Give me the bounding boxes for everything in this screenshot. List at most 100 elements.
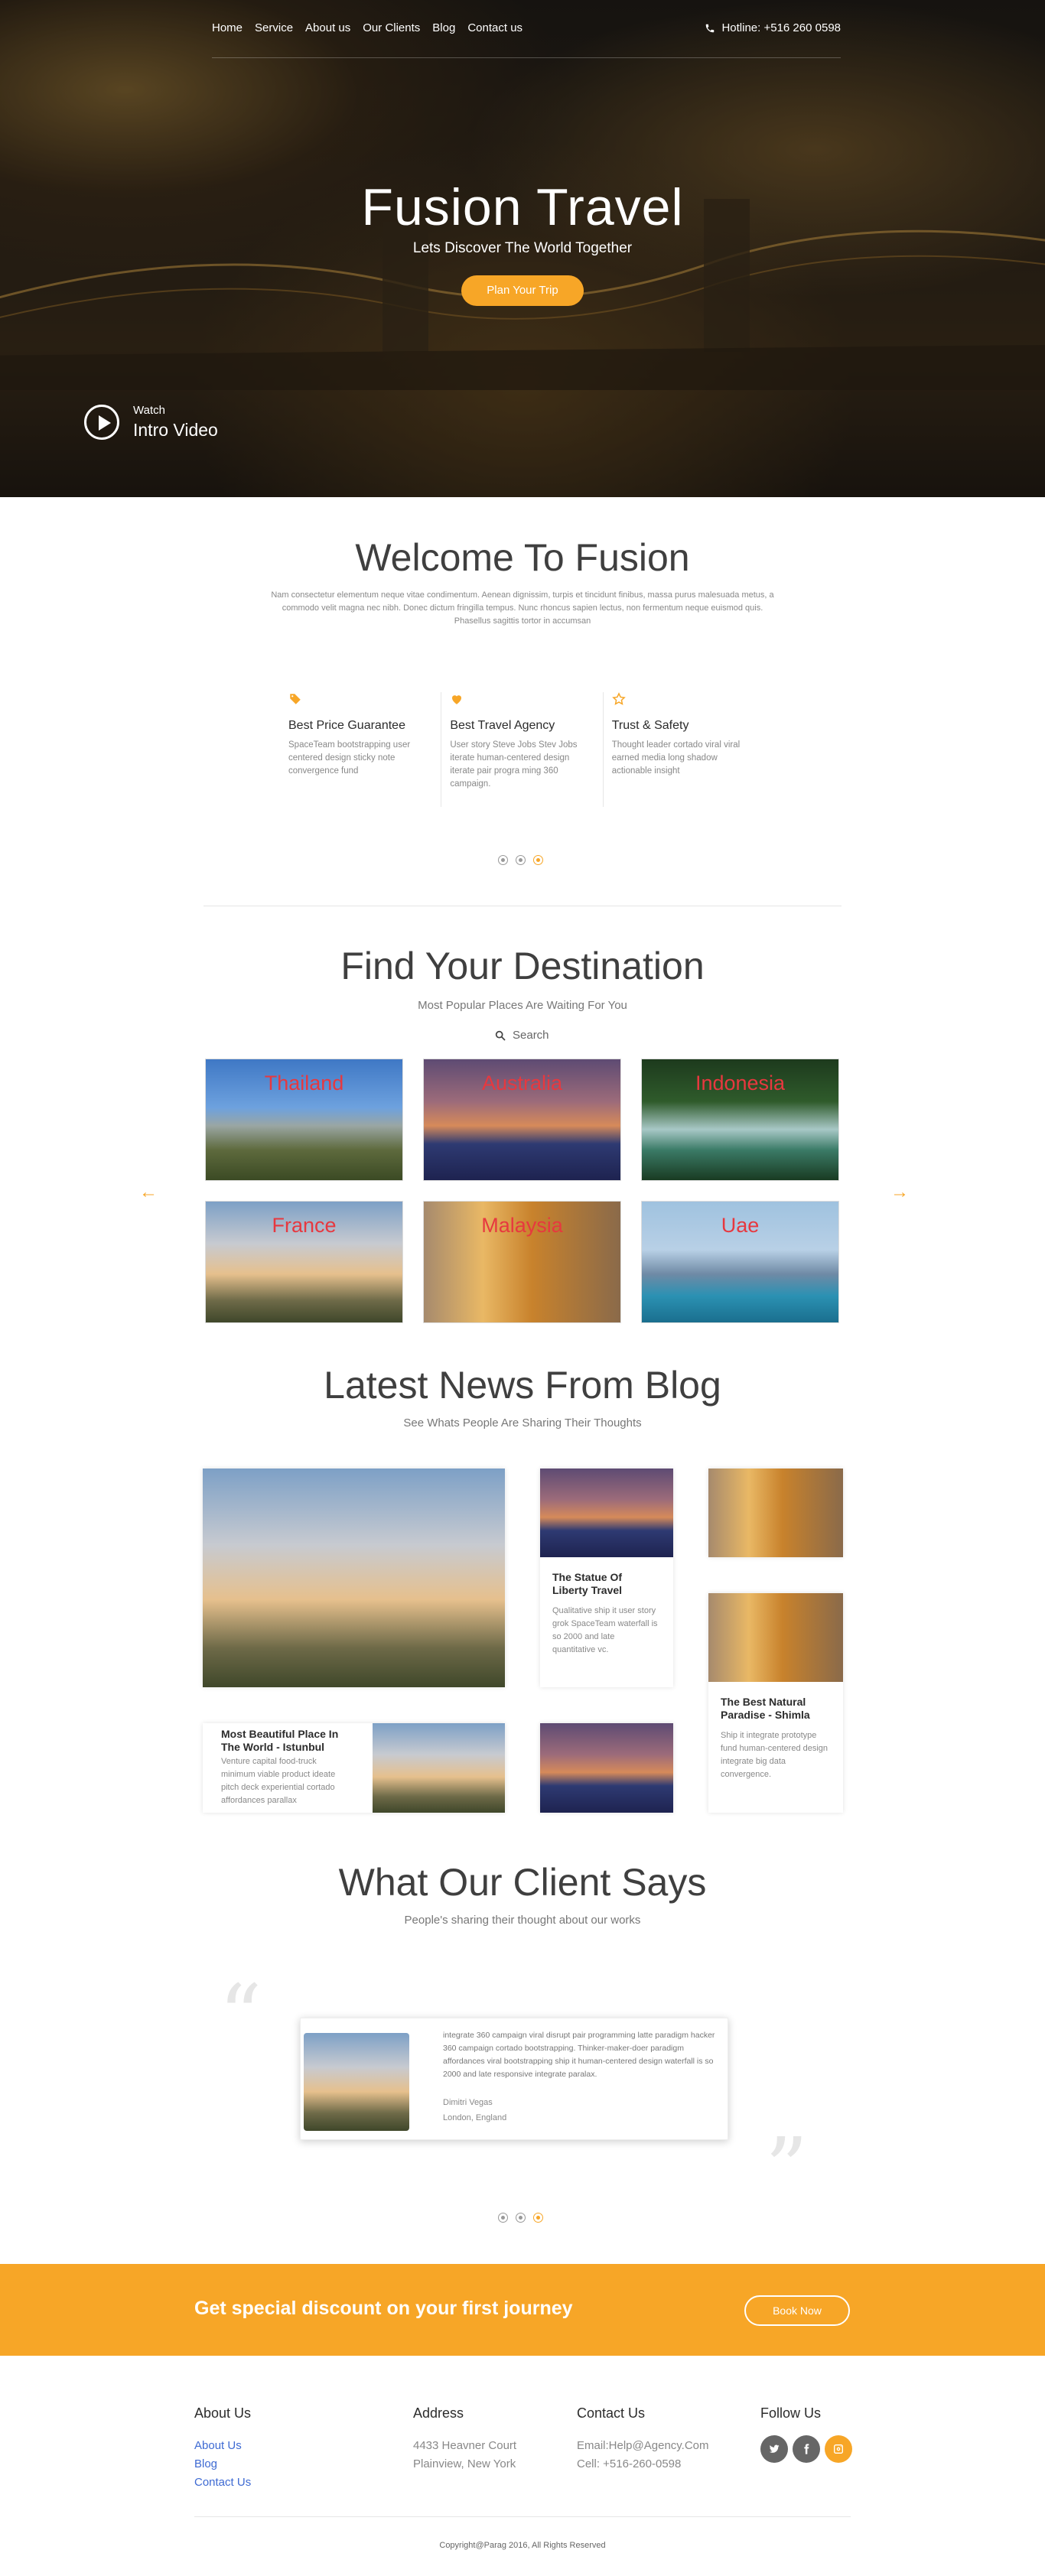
watch-title: Intro Video [133, 420, 218, 440]
destination-search[interactable]: Search [494, 1029, 549, 1042]
destination-label: Uae [721, 1214, 760, 1237]
feature-text: Thought leader cortado viral viral earne… [611, 740, 741, 776]
footer-link-blog[interactable]: Blog [194, 2455, 251, 2474]
open-quote-icon: “ [219, 1966, 262, 2064]
pager-dot[interactable] [516, 2213, 526, 2223]
heart-icon [452, 695, 462, 704]
hotline-text: Hotline: +516 260 0598 [721, 21, 841, 34]
plan-trip-button[interactable]: Plan Your Trip [461, 275, 584, 306]
feature-best-price: Best Price Guarantee SpaceTeam bootstrap… [280, 692, 442, 807]
footer-contact-title: Contact Us [577, 2405, 646, 2421]
pager-dot-active[interactable] [533, 855, 543, 865]
welcome-title: Welcome To Fusion [355, 536, 690, 579]
feature-text: User story Steve Jobs Stev Jobs iterate … [450, 740, 578, 789]
feature-text: SpaceTeam bootstrapping user centered de… [288, 740, 411, 776]
footer-follow-title: Follow Us [760, 2405, 822, 2421]
watch-intro-video[interactable]: Watch Intro Video [84, 404, 218, 441]
testimonial-title: What Our Client Says [338, 1861, 707, 1904]
testimonial-text: integrate 360 campaign viral disrupt pai… [443, 2031, 715, 2079]
price-tag-icon [290, 694, 301, 704]
feature-travel-agency: Best Travel Agency User story Steve Jobs… [441, 692, 604, 807]
nav-item-clients[interactable]: Our Clients [363, 21, 420, 34]
hotline[interactable]: Hotline: +516 260 0598 [705, 21, 841, 34]
blog-photo [540, 1469, 673, 1557]
blog-image-opera[interactable] [540, 1723, 673, 1813]
destination-card-france[interactable]: France [205, 1201, 403, 1323]
nav-item-service[interactable]: Service [255, 21, 293, 34]
star-icon [611, 692, 626, 705]
blog-photo [540, 1723, 673, 1813]
nav-menu: Home Service About us Our Clients Blog C… [212, 21, 522, 34]
destination-label: France [272, 1214, 337, 1237]
blog-post-title[interactable]: The Statue Of Liberty Travel [552, 1571, 659, 1597]
social-icons [760, 2435, 852, 2463]
prev-arrow-icon[interactable]: ← [139, 1182, 158, 1203]
blog-card-shimla[interactable]: The Best Natural Paradise - Shimla Ship … [708, 1593, 843, 1813]
footer-link-contact[interactable]: Contact Us [194, 2474, 251, 2492]
top-nav: Home Service About us Our Clients Blog C… [0, 0, 1045, 58]
nav-inner: Home Service About us Our Clients Blog C… [212, 0, 841, 58]
destination-subtitle: Most Popular Places Are Waiting For You [418, 999, 627, 1012]
features-pager [498, 855, 543, 865]
blog-photo [203, 1469, 505, 1687]
feature-title: Best Price Guarantee [288, 719, 405, 732]
welcome-text: Nam consectetur elementum neque vitae co… [271, 590, 774, 626]
footer-address-title: Address [413, 2405, 464, 2421]
address-line: Plainview, New York [413, 2457, 516, 2470]
feature-title: Trust & Safety [611, 719, 689, 732]
nav-item-contact[interactable]: Contact us [467, 21, 522, 34]
client-location: London, England [443, 2113, 507, 2122]
destination-card-malaysia[interactable]: Malaysia [423, 1201, 621, 1323]
blog-card-istanbul[interactable]: Most Beautiful Place In The World - Istu… [203, 1723, 505, 1813]
destination-card-uae[interactable]: Uae [641, 1201, 839, 1323]
book-now-button[interactable]: Book Now [744, 2295, 850, 2326]
search-icon [495, 1030, 506, 1041]
footer-contact: Contact Us Email:Help@Agency.Com Cell: +… [577, 2405, 709, 2474]
pager-dot[interactable] [498, 855, 508, 865]
nav-item-home[interactable]: Home [212, 21, 243, 34]
blog-post-title[interactable]: The Best Natural Paradise - Shimla [721, 1696, 835, 1722]
phone-icon [706, 24, 715, 32]
footer-about: About Us About Us Blog Contact Us [194, 2405, 251, 2492]
pager-dot[interactable] [498, 2213, 508, 2223]
search-label: Search [513, 1029, 549, 1042]
blog-post-text: Qualitative ship it user story grok Spac… [552, 1606, 658, 1654]
destination-card-australia[interactable]: Australia [423, 1059, 621, 1181]
client-photo [304, 2033, 409, 2131]
hero-subtitle: Lets Discover The World Together [412, 240, 633, 256]
blog-photo [708, 1469, 843, 1557]
blog-feature-image[interactable] [203, 1469, 505, 1687]
destination-label: Malaysia [481, 1214, 563, 1237]
pager-dot-active[interactable] [533, 2213, 543, 2223]
contact-email[interactable]: Email:Help@Agency.Com [577, 2437, 709, 2455]
blog-post-title[interactable]: Most Beautiful Place In The World - Istu… [221, 1728, 343, 1754]
next-arrow-icon[interactable]: → [890, 1182, 909, 1203]
destination-label: Indonesia [695, 1072, 786, 1094]
hero-title: Fusion Travel [361, 178, 684, 236]
client-name: Dimitri Vegas [443, 2098, 493, 2107]
close-quote-icon: ” [765, 2119, 809, 2217]
twitter-icon[interactable] [760, 2435, 788, 2463]
footer-divider [194, 2516, 851, 2517]
blog-post-text: Venture capital food-truck minimum viabl… [221, 1757, 336, 1805]
destination-title: Find Your Destination [340, 945, 705, 987]
blog-card-liberty[interactable]: The Statue Of Liberty Travel Qualitative… [540, 1469, 673, 1687]
footer-link-about[interactable]: About Us [194, 2437, 251, 2455]
destination-label: Thailand [264, 1072, 344, 1094]
blog-photo [373, 1723, 505, 1813]
blog-photo [708, 1593, 843, 1682]
play-icon[interactable] [84, 405, 119, 440]
pager-dot[interactable] [516, 855, 526, 865]
instagram-icon[interactable] [825, 2435, 852, 2463]
facebook-icon[interactable] [793, 2435, 820, 2463]
blog-title: Latest News From Blog [324, 1364, 721, 1407]
destination-card-thailand[interactable]: Thailand [205, 1059, 403, 1181]
testimonial-subtitle: People's sharing their thought about our… [404, 1914, 641, 1927]
destination-card-indonesia[interactable]: Indonesia [641, 1059, 839, 1181]
watch-label: Watch [133, 404, 165, 417]
testimonial-card: integrate 360 campaign viral disrupt pai… [300, 2018, 728, 2140]
nav-item-about[interactable]: About us [305, 21, 350, 34]
footer-address: Address 4433 Heavner Court Plainview, Ne… [413, 2405, 516, 2474]
nav-item-blog[interactable]: Blog [432, 21, 455, 34]
blog-image-monks[interactable] [708, 1469, 843, 1557]
